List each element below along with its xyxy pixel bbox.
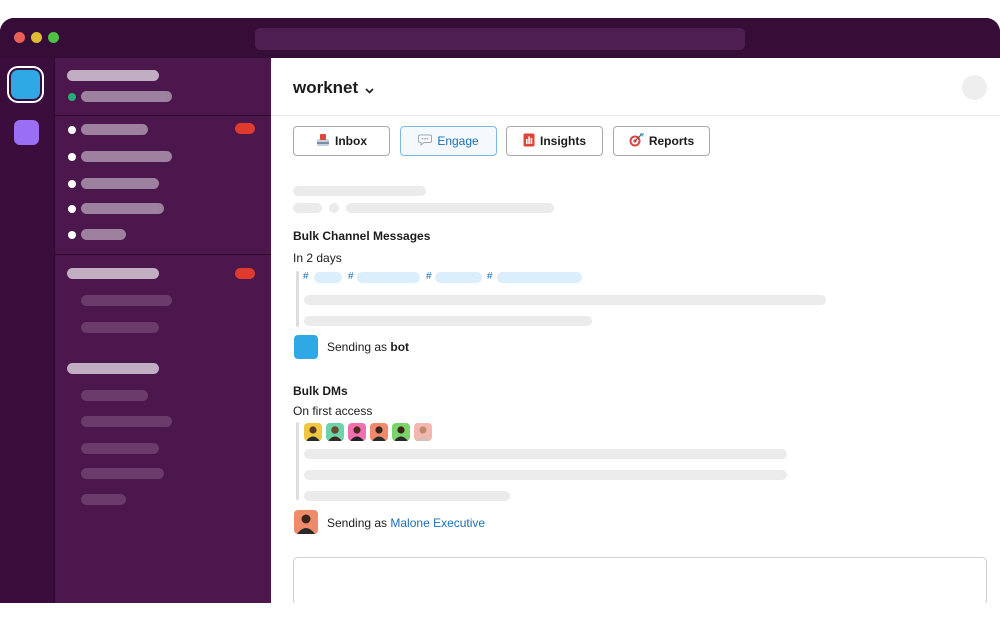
app-window: worknet Inbox Engage Insights Reports Bu…: [0, 18, 1000, 603]
sidebar-item[interactable]: [81, 443, 159, 454]
workspace-name: worknet: [293, 78, 359, 97]
bulk-channel-heading: Bulk Channel Messages: [293, 229, 431, 243]
title-bar: [0, 18, 1000, 58]
sidebar-item[interactable]: [81, 416, 172, 427]
unread-badge: [235, 268, 255, 279]
placeholder-line: [293, 203, 322, 213]
sidebar-item[interactable]: [81, 229, 126, 240]
placeholder-line: [346, 203, 554, 213]
channel-hash: #: [348, 271, 354, 282]
tab-engage-label: Engage: [437, 134, 479, 148]
sidebar-user-status[interactable]: [81, 91, 172, 102]
unread-dot: [68, 153, 76, 161]
recipient-avatar[interactable]: [370, 423, 388, 441]
recipient-avatar[interactable]: [348, 423, 366, 441]
sidebar-divider: [55, 254, 271, 255]
maximize-window-button[interactable]: [48, 32, 59, 43]
message-quote-bar: [296, 422, 299, 500]
sidebar-divider: [55, 115, 271, 116]
channel-chip[interactable]: [497, 272, 582, 283]
target-icon: [629, 132, 644, 150]
minimize-window-button[interactable]: [31, 32, 42, 43]
message-quote-bar: [296, 271, 299, 327]
bulk-dms-schedule: On first access: [293, 404, 373, 418]
workspace-icon[interactable]: [14, 120, 39, 145]
dm-sender-line: Sending as Malone Executive: [327, 516, 485, 530]
sidebar-item[interactable]: [81, 178, 159, 189]
tab-insights-label: Insights: [539, 134, 586, 148]
speech-bubble-icon: [418, 133, 433, 149]
bulk-channel-schedule: In 2 days: [293, 251, 342, 265]
tab-inbox-label: Inbox: [335, 134, 367, 148]
tab-reports-label: Reports: [648, 134, 695, 148]
sender-name-link[interactable]: Malone Executive: [390, 516, 485, 530]
message-placeholder-line: [304, 295, 826, 305]
search-bar[interactable]: [255, 28, 745, 50]
channel-chip[interactable]: [314, 272, 342, 283]
inbox-icon: [316, 133, 330, 150]
message-placeholder-line: [304, 491, 510, 501]
message-placeholder-line: [304, 449, 787, 459]
sidebar-item[interactable]: [81, 295, 172, 306]
workspace-title[interactable]: worknet: [293, 78, 374, 99]
channel-hash: #: [487, 271, 493, 282]
recipient-avatar[interactable]: [326, 423, 344, 441]
user-avatar[interactable]: [962, 75, 987, 100]
workspace-icon-active[interactable]: [11, 70, 40, 99]
placeholder-line: [293, 186, 426, 196]
channel-chip[interactable]: [435, 272, 482, 283]
tab-inbox[interactable]: Inbox: [293, 126, 390, 156]
sidebar-section-header[interactable]: [67, 363, 159, 374]
sidebar-item[interactable]: [81, 390, 148, 401]
main-pane: worknet Inbox Engage Insights Reports Bu…: [271, 58, 1000, 603]
sender-name: bot: [390, 340, 410, 354]
tab-reports[interactable]: Reports: [613, 126, 710, 156]
tab-insights[interactable]: Insights: [506, 126, 603, 156]
sidebar-item[interactable]: [81, 494, 126, 505]
channel-chip[interactable]: [357, 272, 420, 283]
chevron-down-icon: [365, 79, 374, 99]
header-divider: [271, 115, 1000, 116]
bulk-dms-heading: Bulk DMs: [293, 384, 348, 398]
sidebar-item[interactable]: [81, 468, 164, 479]
message-placeholder-line: [304, 470, 787, 480]
recipient-avatar[interactable]: [414, 423, 432, 441]
unread-dot: [68, 205, 76, 213]
sidebar-item[interactable]: [81, 151, 172, 162]
channel-hash: #: [303, 271, 309, 282]
unread-dot: [68, 126, 76, 134]
chart-icon: [523, 133, 535, 150]
sidebar-item[interactable]: [81, 203, 164, 214]
sidebar-item[interactable]: [81, 124, 148, 135]
sender-prefix: Sending as: [327, 340, 391, 354]
recipient-avatar[interactable]: [304, 423, 322, 441]
presence-indicator: [68, 93, 76, 101]
bot-sender-line: Sending as bot: [327, 340, 409, 354]
close-window-button[interactable]: [14, 32, 25, 43]
sidebar-workspace-name[interactable]: [67, 70, 159, 81]
unread-badge: [235, 123, 255, 134]
tab-engage[interactable]: Engage: [400, 126, 497, 156]
message-placeholder-line: [304, 316, 592, 326]
recipient-avatar[interactable]: [392, 423, 410, 441]
unread-dot: [68, 231, 76, 239]
channel-hash: #: [426, 271, 432, 282]
bot-avatar: [294, 335, 318, 359]
sender-prefix: Sending as: [327, 516, 391, 530]
sidebar-item[interactable]: [81, 322, 159, 333]
placeholder-dot: [329, 203, 339, 213]
sender-avatar: [294, 510, 318, 534]
message-composer[interactable]: [293, 557, 987, 603]
sidebar-section-header[interactable]: [67, 268, 159, 279]
unread-dot: [68, 180, 76, 188]
